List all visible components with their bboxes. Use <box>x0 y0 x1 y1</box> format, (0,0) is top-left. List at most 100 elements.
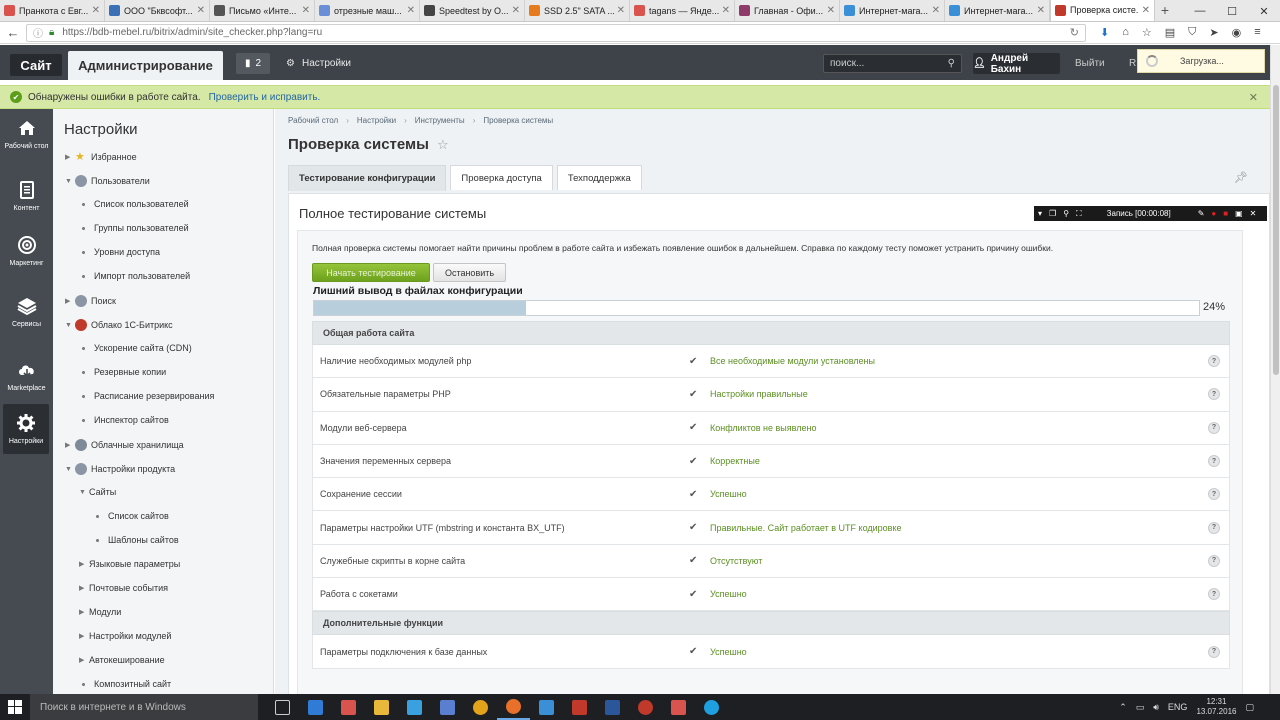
menu-item[interactable]: ▼ Облако 1С-Битрикс <box>65 319 173 331</box>
extension-icon[interactable]: ◉ <box>1232 26 1242 39</box>
browser-tab[interactable]: tagans — Янде... ✕ <box>630 0 735 21</box>
alert-fix-link[interactable]: Проверить и исправить. <box>209 92 321 103</box>
tray-up-icon[interactable]: ⌃ <box>1119 702 1127 713</box>
info-icon[interactable]: ⓘ <box>33 25 43 40</box>
browser-tab[interactable]: Проверка систе... ✕ <box>1050 0 1155 21</box>
browser-tab[interactable]: Письмо «Инте... ✕ <box>210 0 315 21</box>
network-icon[interactable]: ▭ <box>1136 702 1145 713</box>
breadcrumb-link[interactable]: Проверка системы <box>483 116 553 125</box>
chevron-right-icon[interactable]: ▶ <box>79 656 89 664</box>
menu-item[interactable]: Композитный сайт <box>79 679 171 689</box>
start-test-button[interactable]: Начать тестирование <box>312 263 430 282</box>
browser-tab[interactable]: ООО "Бквсофт... ✕ <box>105 0 210 21</box>
minimize-icon[interactable]: — <box>1184 5 1216 17</box>
chevron-down-icon[interactable]: ▼ <box>65 322 75 329</box>
close-icon[interactable]: ✕ <box>1249 91 1258 104</box>
chrome-icon[interactable] <box>464 694 497 720</box>
new-tab-button[interactable]: + <box>1155 0 1175 21</box>
menu-item[interactable]: Импорт пользователей <box>79 271 190 281</box>
home-browser-icon[interactable]: ⌂ <box>1122 26 1129 39</box>
menu-item[interactable]: Группы пользователей <box>79 223 189 233</box>
browser-tab[interactable]: SSD 2.5" SATA ... ✕ <box>525 0 630 21</box>
windows-start-icon[interactable] <box>0 694 30 720</box>
tab-close-icon[interactable]: ✕ <box>617 5 625 16</box>
browser-tab[interactable]: Главная - Офи... ✕ <box>735 0 840 21</box>
help-icon[interactable]: ? <box>1208 488 1220 501</box>
browser-tab[interactable]: отрезные маш... ✕ <box>315 0 420 21</box>
global-menu-item[interactable]: Сервисы <box>0 295 53 329</box>
notifications-button[interactable]: ▮ 2 <box>236 53 270 74</box>
dropdown-icon[interactable]: ▾ <box>1038 209 1042 218</box>
help-icon[interactable]: ? <box>1208 421 1220 434</box>
stop-test-button[interactable]: Остановить <box>433 263 506 282</box>
volume-icon[interactable]: 🔊︎ <box>1153 702 1159 713</box>
menu-item[interactable]: ▶ Автокеширование <box>79 655 165 665</box>
window-icon[interactable]: ❐ <box>1049 209 1056 218</box>
zoom-icon[interactable]: ⚲ <box>1063 209 1069 218</box>
scroll-thumb[interactable] <box>1273 85 1279 375</box>
network-app-icon[interactable] <box>431 694 464 720</box>
browser-tab[interactable]: Speedtest by O... ✕ <box>420 0 525 21</box>
tab-close-icon[interactable]: ✕ <box>827 5 835 16</box>
breadcrumb-link[interactable]: Рабочий стол <box>288 116 338 125</box>
content-tab[interactable]: Техподдержка <box>556 165 642 190</box>
tab-close-icon[interactable]: ✕ <box>1142 5 1150 16</box>
settings-link[interactable]: ⚙ Настройки <box>286 53 351 74</box>
app-blue-icon[interactable] <box>530 694 563 720</box>
menu-item[interactable]: Расписание резервирования <box>79 391 214 401</box>
menu-item[interactable]: Список пользователей <box>79 199 189 209</box>
stop-square-icon[interactable]: ■ <box>1223 209 1228 218</box>
menu-item[interactable]: Резервные копии <box>79 367 166 377</box>
shield-icon[interactable]: ⛉ <box>1188 26 1196 39</box>
address-bar[interactable]: ⓘ 🔒︎ https://bdb-mebel.ru/bitrix/admin/s… <box>26 23 1086 42</box>
menu-item[interactable]: Список сайтов <box>93 511 169 521</box>
chevron-down-icon[interactable]: ▼ <box>79 489 89 496</box>
chevron-right-icon[interactable]: ▶ <box>65 297 75 305</box>
tab-close-icon[interactable]: ✕ <box>197 5 205 16</box>
admin-search[interactable]: ⚲ <box>823 54 962 73</box>
tab-close-icon[interactable]: ✕ <box>722 5 730 16</box>
maximize-icon[interactable]: ☐ <box>1216 5 1248 18</box>
edge-icon[interactable] <box>299 694 332 720</box>
favorite-star-icon[interactable]: ☆ <box>437 137 449 153</box>
content-tab[interactable]: Проверка доступа <box>450 165 553 190</box>
pin-icon[interactable]: 📌︎ <box>1234 171 1248 184</box>
notification-center-icon[interactable]: ▢ <box>1245 702 1254 713</box>
user-button[interactable]: 👤︎ Андрей Бахин <box>973 53 1060 75</box>
tab-close-icon[interactable]: ✕ <box>92 5 100 16</box>
menu-item[interactable]: ▼ Пользователи <box>65 175 150 187</box>
region-icon[interactable]: ⛶ <box>1076 209 1082 219</box>
firefox-icon[interactable] <box>497 694 530 720</box>
tab-close-icon[interactable]: ✕ <box>512 5 520 16</box>
chevron-right-icon[interactable]: ▶ <box>65 441 75 449</box>
mail-app-icon[interactable] <box>332 694 365 720</box>
menu-item[interactable]: ▶ Настройки модулей <box>79 631 171 641</box>
help-icon[interactable]: ? <box>1208 388 1220 401</box>
menu-item[interactable]: ▼ Настройки продукта <box>65 463 175 475</box>
download-icon[interactable]: ⬇ <box>1100 26 1109 39</box>
logout-link[interactable]: Выйти <box>1075 53 1105 74</box>
global-menu-item[interactable]: Рабочий стол <box>0 117 53 151</box>
menu-item[interactable]: Шаблоны сайтов <box>93 535 179 545</box>
camera-icon[interactable]: ▣ <box>1235 209 1243 218</box>
page-scrollbar[interactable] <box>1270 45 1280 694</box>
skype-icon[interactable] <box>695 694 728 720</box>
url-text[interactable]: https://bdb-mebel.ru/bitrix/admin/site_c… <box>62 27 1069 38</box>
search-icon[interactable]: ⚲ <box>948 58 955 69</box>
reader-icon[interactable]: ▤ <box>1165 26 1175 39</box>
admin-button[interactable]: Администрирование <box>68 51 223 80</box>
chevron-right-icon[interactable]: ▶ <box>79 608 89 616</box>
reload-icon[interactable]: ↻ <box>1070 26 1079 39</box>
menu-item[interactable]: ▶ Почтовые события <box>79 583 168 593</box>
menu-item[interactable]: ▶ ★ Избранное <box>65 151 137 163</box>
store-icon[interactable] <box>398 694 431 720</box>
menu-item[interactable]: ▶ Поиск <box>65 295 116 307</box>
tab-close-icon[interactable]: ✕ <box>302 5 310 16</box>
browser-tab[interactable]: Интернет-мага... ✕ <box>840 0 945 21</box>
help-icon[interactable]: ? <box>1208 355 1220 368</box>
tab-close-icon[interactable]: ✕ <box>932 5 940 16</box>
global-menu-item[interactable]: Маркетинг <box>0 234 53 268</box>
app-red-icon[interactable] <box>662 694 695 720</box>
recorder-app-icon[interactable] <box>629 694 662 720</box>
record-dot-icon[interactable]: ● <box>1211 209 1216 218</box>
